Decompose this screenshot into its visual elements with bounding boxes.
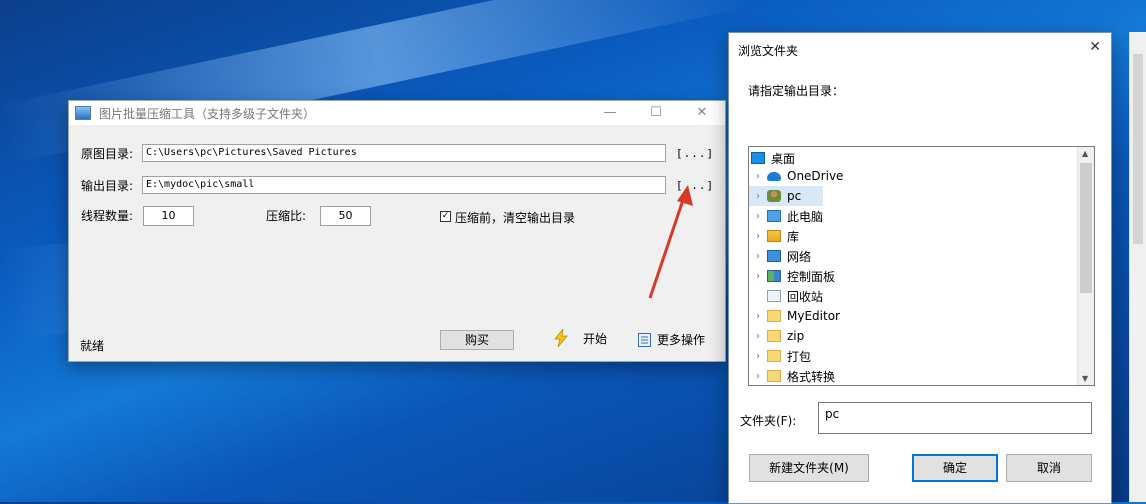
folder-icon bbox=[767, 370, 781, 382]
desktop-icon bbox=[751, 152, 765, 164]
tree-item-zip[interactable]: › zip bbox=[749, 326, 804, 346]
more-actions-button[interactable]: 更多操作 bbox=[638, 331, 705, 348]
expand-chevron-icon[interactable]: › bbox=[749, 211, 767, 222]
tree-item-label: 此电脑 bbox=[787, 209, 824, 224]
expand-chevron-icon[interactable]: › bbox=[749, 311, 767, 322]
source-dir-label: 原图目录: bbox=[81, 147, 134, 161]
buy-button[interactable]: 购买 bbox=[440, 330, 514, 350]
tree-item-label: 打包 bbox=[787, 349, 812, 364]
library-icon bbox=[767, 230, 781, 242]
output-dir-label: 输出目录: bbox=[81, 179, 134, 193]
folder-name-input[interactable]: pc bbox=[818, 402, 1092, 434]
threads-label: 线程数量: bbox=[81, 209, 134, 223]
network-icon bbox=[767, 250, 781, 262]
start-label: 开始 bbox=[583, 331, 608, 346]
control-panel-icon bbox=[767, 270, 781, 282]
start-button[interactable]: 开始 bbox=[553, 329, 607, 347]
status-text: 就绪 bbox=[80, 339, 105, 353]
source-browse-button[interactable]: [...] bbox=[676, 147, 714, 160]
output-dir-field[interactable]: E:\mydoc\pic\small bbox=[142, 176, 666, 194]
tree-scrollbar[interactable]: ▲ ▼ bbox=[1077, 147, 1094, 385]
app-icon bbox=[75, 106, 91, 120]
lightning-icon bbox=[554, 329, 568, 347]
tree-item-label: pc bbox=[787, 189, 802, 203]
clear-output-checkbox[interactable]: ✓ bbox=[440, 211, 451, 222]
source-dir-field[interactable]: C:\Users\pc\Pictures\Saved Pictures bbox=[142, 144, 666, 162]
tree-item-label: OneDrive bbox=[787, 169, 844, 183]
tree-item-label: 桌面 bbox=[771, 151, 796, 166]
computer-icon bbox=[767, 210, 781, 222]
tree-item-label: zip bbox=[787, 329, 805, 343]
ok-button[interactable]: 确定 bbox=[912, 454, 998, 482]
new-folder-button[interactable]: 新建文件夹(M) bbox=[749, 454, 869, 482]
maximize-button[interactable]: ☐ bbox=[633, 101, 679, 125]
folder-icon bbox=[767, 310, 781, 322]
cloud-icon bbox=[767, 171, 781, 181]
recycle-bin-icon bbox=[767, 290, 781, 302]
tree-item-pack[interactable]: › 打包 bbox=[749, 346, 811, 366]
expand-chevron-icon[interactable]: › bbox=[749, 191, 767, 202]
tree-item-label: 网络 bbox=[787, 249, 812, 264]
dialog-title: 浏览文件夹 bbox=[738, 44, 799, 58]
close-button[interactable]: ✕ bbox=[679, 101, 725, 125]
expand-chevron-icon[interactable]: › bbox=[749, 371, 767, 382]
tree-item-format-convert[interactable]: › 格式转换 bbox=[749, 366, 836, 385]
clear-output-label: 压缩前，清空输出目录 bbox=[455, 211, 576, 225]
scroll-down-icon[interactable]: ▼ bbox=[1082, 374, 1088, 383]
user-icon bbox=[767, 190, 781, 202]
tree-item-label: 控制面板 bbox=[787, 269, 836, 284]
expand-chevron-icon[interactable]: › bbox=[749, 331, 767, 342]
tree-item-network[interactable]: › 网络 bbox=[749, 246, 811, 266]
threads-input[interactable]: 10 bbox=[143, 206, 194, 226]
tree-item-desktop[interactable]: 桌面 bbox=[749, 148, 795, 168]
ratio-label: 压缩比: bbox=[266, 209, 307, 223]
annotation-arrow bbox=[648, 185, 693, 299]
tree-item-control-panel[interactable]: › 控制面板 bbox=[749, 266, 835, 286]
tree-item-label: MyEditor bbox=[787, 309, 840, 323]
compress-tool-window: 图片批量压缩工具（支持多级子文件夹） — ☐ ✕ 原图目录: C:\Users\… bbox=[68, 100, 726, 362]
tree-item-this-pc[interactable]: › 此电脑 bbox=[749, 206, 823, 226]
tree-item-myeditor[interactable]: › MyEditor bbox=[749, 306, 840, 326]
tree-item-recycle-bin[interactable]: 回收站 bbox=[749, 286, 823, 306]
tree-item-libraries[interactable]: › 库 bbox=[749, 226, 799, 246]
expand-chevron-icon[interactable]: › bbox=[749, 171, 767, 182]
expand-chevron-icon[interactable]: › bbox=[749, 351, 767, 362]
cancel-button[interactable]: 取消 bbox=[1006, 454, 1092, 482]
background-window-scrollbar bbox=[1129, 32, 1146, 502]
title-bar: 图片批量压缩工具（支持多级子文件夹） — ☐ ✕ bbox=[69, 101, 725, 125]
folder-tree[interactable]: 桌面 › OneDrive › pc › 此电脑 › 库 › 网络 › 控制面板… bbox=[748, 146, 1095, 386]
tree-item-label: 库 bbox=[787, 229, 800, 244]
expand-chevron-icon[interactable]: › bbox=[749, 271, 767, 282]
scroll-up-icon[interactable]: ▲ bbox=[1082, 149, 1088, 158]
ratio-input[interactable]: 50 bbox=[320, 206, 371, 226]
folder-icon bbox=[767, 330, 781, 342]
scroll-thumb[interactable] bbox=[1080, 163, 1092, 293]
tree-item-onedrive[interactable]: › OneDrive bbox=[749, 166, 843, 186]
document-list-icon bbox=[638, 332, 651, 347]
background-scroll-thumb bbox=[1133, 54, 1143, 244]
folder-field-label: 文件夹(F): bbox=[740, 414, 797, 428]
dialog-close-button[interactable]: ✕ bbox=[1089, 39, 1101, 55]
dialog-prompt: 请指定输出目录： bbox=[748, 84, 845, 98]
browse-folder-dialog: 浏览文件夹 ✕ 请指定输出目录： 桌面 › OneDrive › pc › 此电… bbox=[728, 32, 1112, 504]
tree-item-label: 格式转换 bbox=[787, 369, 836, 384]
tree-item-pc[interactable]: › pc bbox=[749, 186, 823, 206]
more-actions-label: 更多操作 bbox=[657, 333, 706, 347]
folder-icon bbox=[767, 350, 781, 362]
tree-item-label: 回收站 bbox=[787, 289, 824, 304]
minimize-button[interactable]: — bbox=[587, 101, 633, 125]
window-title: 图片批量压缩工具（支持多级子文件夹） bbox=[99, 106, 316, 121]
expand-chevron-icon[interactable]: › bbox=[749, 231, 767, 242]
expand-chevron-icon[interactable]: › bbox=[749, 251, 767, 262]
